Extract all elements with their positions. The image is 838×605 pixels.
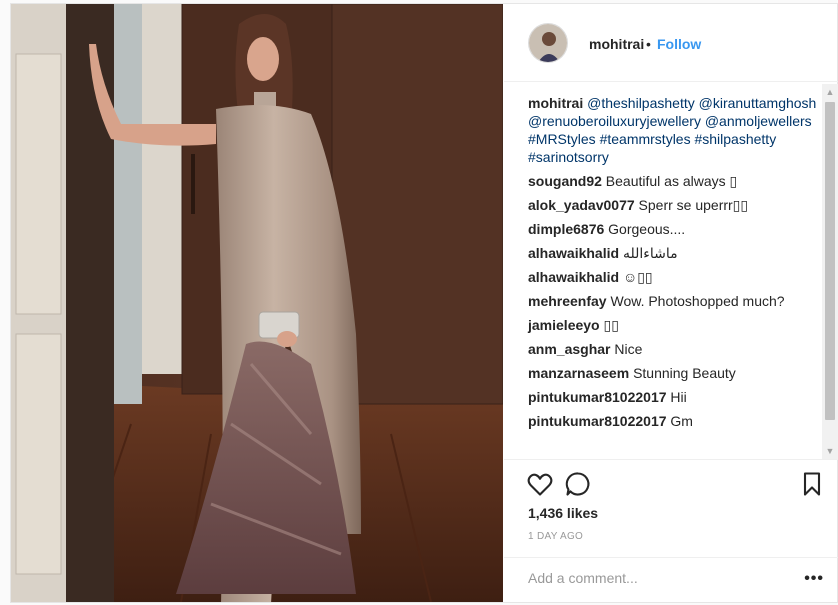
- comment-text: Wow. Photoshopped much?: [610, 293, 785, 309]
- comment-row: alhawaikhalid ماشاءالله: [528, 244, 818, 268]
- comment-row: pintukumar81022017 Hii: [528, 388, 818, 412]
- comment-row: mehreenfay Wow. Photoshopped much?: [528, 292, 818, 316]
- photo-illustration: [11, 4, 503, 602]
- post-caption: mohitrai @theshilpashetty @kiranuttamgho…: [528, 94, 818, 166]
- comment-text: Nice: [614, 341, 643, 357]
- comments-scrollbar[interactable]: ▲ ▼: [822, 84, 838, 459]
- avatar-icon: [529, 24, 567, 62]
- comment-row: alok_yadav0077 Sperr se uperrr▯▯: [528, 196, 818, 220]
- comment-row: sougand92 Beautiful as always ▯: [528, 172, 818, 196]
- header-separator: •: [646, 36, 651, 52]
- comment-row: anm_asghar Nice: [528, 340, 818, 364]
- follow-button[interactable]: Follow: [657, 36, 701, 52]
- comment-icon[interactable]: [564, 470, 592, 498]
- comment-username[interactable]: alhawaikhalid: [528, 245, 619, 261]
- comment-username[interactable]: alok_yadav0077: [528, 197, 635, 213]
- comment-row: manzarnaseem Stunning Beauty: [528, 364, 818, 388]
- comment-text: Hii: [670, 389, 687, 405]
- comment-username[interactable]: pintukumar81022017: [528, 389, 667, 405]
- add-comment-bar: •••: [504, 557, 838, 602]
- comment-text: ماشاءالله: [622, 245, 678, 261]
- comment-row: dimple6876 Gorgeous....: [528, 220, 818, 244]
- author-avatar[interactable]: [528, 23, 568, 63]
- comments-list[interactable]: mohitrai @theshilpashetty @kiranuttamgho…: [504, 82, 838, 459]
- comment-text: ☺▯▯: [622, 269, 653, 285]
- post-header: mohitrai • Follow: [504, 4, 838, 82]
- post-photo[interactable]: [11, 4, 503, 602]
- comment-text: Gorgeous....: [608, 221, 686, 237]
- comment-text: Beautiful as always ▯: [605, 173, 738, 189]
- comment-username[interactable]: dimple6876: [528, 221, 604, 237]
- bookmark-icon[interactable]: [798, 470, 826, 498]
- heart-icon[interactable]: [526, 470, 554, 498]
- post-actions: 1,436 likes 1 DAY AGO: [504, 459, 838, 559]
- scroll-down-arrow[interactable]: ▼: [822, 443, 838, 459]
- comment-text: Stunning Beauty: [633, 365, 736, 381]
- comment-username[interactable]: alhawaikhalid: [528, 269, 619, 285]
- comment-username[interactable]: manzarnaseem: [528, 365, 629, 381]
- comment-username[interactable]: mehreenfay: [528, 293, 607, 309]
- comment-row: alhawaikhalid ☺▯▯: [528, 268, 818, 292]
- comment-username[interactable]: sougand92: [528, 173, 602, 189]
- comment-username[interactable]: jamieleeyo: [528, 317, 600, 333]
- comment-row: jamieleeyo ▯▯: [528, 316, 818, 340]
- comment-rows: sougand92 Beautiful as always ▯ alok_yada…: [528, 172, 818, 436]
- comment-username[interactable]: anm_asghar: [528, 341, 610, 357]
- comment-row: pintukumar81022017 Gm: [528, 412, 818, 436]
- post-timestamp[interactable]: 1 DAY AGO: [528, 531, 583, 542]
- comment-text: ▯▯: [603, 317, 619, 333]
- comment-username[interactable]: pintukumar81022017: [528, 413, 667, 429]
- more-options-button[interactable]: •••: [804, 570, 824, 588]
- post-side-panel: mohitrai • Follow mohitrai @theshilpashe…: [504, 4, 838, 602]
- add-comment-input[interactable]: [528, 570, 778, 586]
- comment-text: Gm: [670, 413, 693, 429]
- scroll-up-arrow[interactable]: ▲: [822, 84, 838, 100]
- likes-count[interactable]: 1,436 likes: [528, 505, 598, 521]
- post-card: mohitrai • Follow mohitrai @theshilpashe…: [10, 3, 838, 603]
- scroll-thumb[interactable]: [825, 102, 835, 420]
- author-username[interactable]: mohitrai: [589, 36, 644, 52]
- comment-text: Sperr se uperrr▯▯: [638, 197, 749, 213]
- caption-username[interactable]: mohitrai: [528, 95, 583, 111]
